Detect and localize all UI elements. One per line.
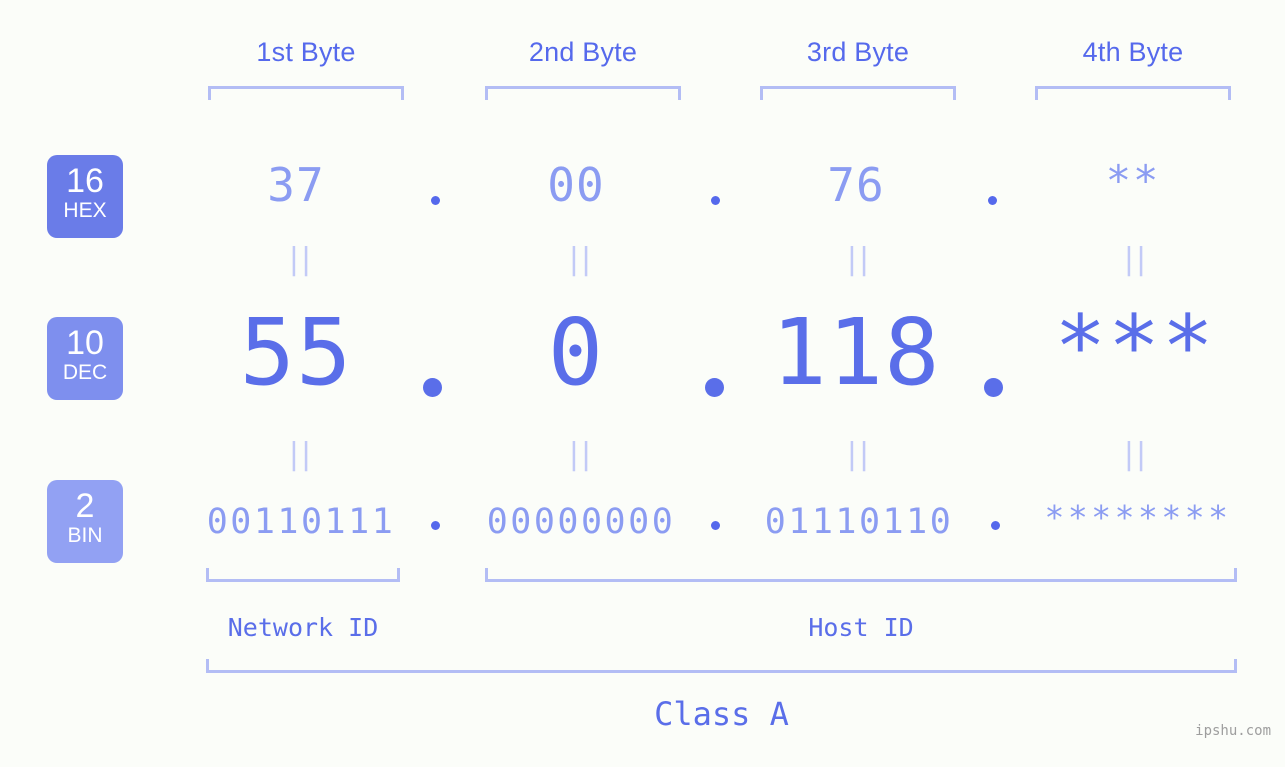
equals-hex-dec-4: || [1123, 242, 1149, 277]
ip-byte-breakdown-diagram: 1st Byte 2nd Byte 3rd Byte 4th Byte 16 H… [0, 0, 1285, 767]
equals-hex-dec-3: || [846, 242, 872, 277]
host-id-label: Host ID [808, 613, 914, 642]
equals-dec-bin-1: || [288, 437, 314, 472]
hex-separator-1 [431, 196, 440, 205]
equals-dec-bin-4: || [1123, 437, 1149, 472]
byte-bracket-1 [208, 86, 404, 100]
hex-separator-2 [711, 196, 720, 205]
base-badge-dec-abbr: DEC [62, 361, 108, 384]
base-badge-bin-number: 2 [75, 487, 95, 525]
base-badge-hex-number: 16 [66, 162, 104, 200]
byte-header-1: 1st Byte [256, 37, 356, 67]
equals-dec-bin-2: || [568, 437, 594, 472]
base-badge-bin-abbr: BIN [67, 524, 103, 547]
site-watermark: ipshu.com [1195, 723, 1271, 739]
byte-bracket-4 [1035, 86, 1231, 100]
dec-byte-1: 55 [239, 299, 353, 406]
base-badge-hex: 16 HEX [47, 155, 123, 238]
base-badge-hex-abbr: HEX [63, 199, 107, 222]
hex-byte-4: ** [1105, 156, 1161, 205]
equals-dec-bin-3: || [846, 437, 872, 472]
dec-byte-2: 0 [547, 299, 605, 406]
bin-separator-2 [711, 521, 720, 530]
bin-separator-1 [431, 521, 440, 530]
network-id-label: Network ID [227, 613, 379, 642]
equals-hex-dec-1: || [288, 242, 314, 277]
dec-byte-3: 118 [771, 299, 941, 406]
base-badge-dec: 10 DEC [47, 317, 123, 400]
hex-byte-3: 76 [827, 158, 885, 212]
bin-byte-1: 00110111 [206, 502, 396, 542]
dec-separator-1 [423, 378, 442, 397]
byte-header-2: 2nd Byte [528, 37, 638, 67]
class-label: Class A [654, 695, 789, 733]
base-badge-dec-number: 10 [66, 324, 104, 362]
equals-hex-dec-2: || [568, 242, 594, 277]
dec-separator-3 [984, 378, 1003, 397]
network-id-bracket [206, 568, 400, 582]
bin-separator-3 [991, 521, 1000, 530]
hex-byte-2: 00 [547, 158, 605, 212]
bin-byte-4: ******** [1044, 498, 1232, 537]
byte-header-3: 3rd Byte [806, 37, 910, 67]
bin-byte-2: 00000000 [486, 502, 676, 542]
hex-separator-3 [988, 196, 997, 205]
class-bracket [206, 659, 1237, 673]
dec-byte-4: *** [1054, 297, 1216, 397]
hex-byte-1: 37 [267, 158, 325, 212]
bin-byte-3: 01110110 [764, 502, 954, 542]
base-badge-bin: 2 BIN [47, 480, 123, 563]
host-id-bracket [485, 568, 1237, 582]
byte-header-4: 4th Byte [1082, 37, 1184, 67]
dec-separator-2 [705, 378, 724, 397]
byte-bracket-3 [760, 86, 956, 100]
byte-bracket-2 [485, 86, 681, 100]
